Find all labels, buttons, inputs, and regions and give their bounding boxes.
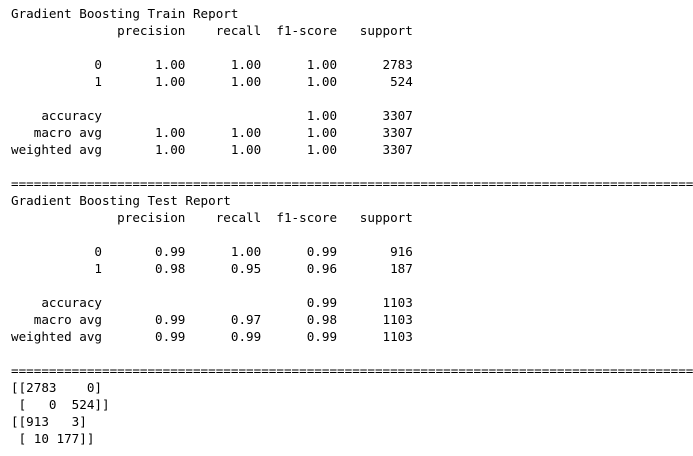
test-report-macro-avg-row: macro avg 0.99 0.97 0.98 1103 xyxy=(11,312,413,327)
test-report-class-1-row: 1 0.98 0.95 0.96 187 xyxy=(11,261,413,276)
train-report-macro-avg-row: macro avg 1.00 1.00 1.00 3307 xyxy=(11,125,413,140)
train-report-accuracy-row: accuracy 1.00 3307 xyxy=(11,108,413,123)
train-report-class-1-row: 1 1.00 1.00 1.00 524 xyxy=(11,74,413,89)
test-confusion-matrix-row-1: [ 10 177]] xyxy=(11,431,95,446)
test-report-accuracy-row: accuracy 0.99 1103 xyxy=(11,295,413,310)
test-confusion-matrix-row-0: [[913 3] xyxy=(11,414,87,429)
separator-line: ========================================… xyxy=(11,363,693,378)
train-report-weighted-avg-row: weighted avg 1.00 1.00 1.00 3307 xyxy=(11,142,413,157)
test-report-weighted-avg-row: weighted avg 0.99 0.99 0.99 1103 xyxy=(11,329,413,344)
test-report-title: Gradient Boosting Test Report xyxy=(11,193,231,208)
train-confusion-matrix-row-1: [ 0 524]] xyxy=(11,397,110,412)
train-report-title: Gradient Boosting Train Report xyxy=(11,6,239,21)
test-report-class-0-row: 0 0.99 1.00 0.99 916 xyxy=(11,244,413,259)
console-output: Gradient Boosting Train Report precision… xyxy=(11,5,693,447)
train-report-header-row: precision recall f1-score support xyxy=(11,23,413,38)
test-report-header-row: precision recall f1-score support xyxy=(11,210,413,225)
train-report-class-0-row: 0 1.00 1.00 1.00 2783 xyxy=(11,57,413,72)
separator-line: ========================================… xyxy=(11,176,693,191)
train-confusion-matrix-row-0: [[2783 0] xyxy=(11,380,102,395)
